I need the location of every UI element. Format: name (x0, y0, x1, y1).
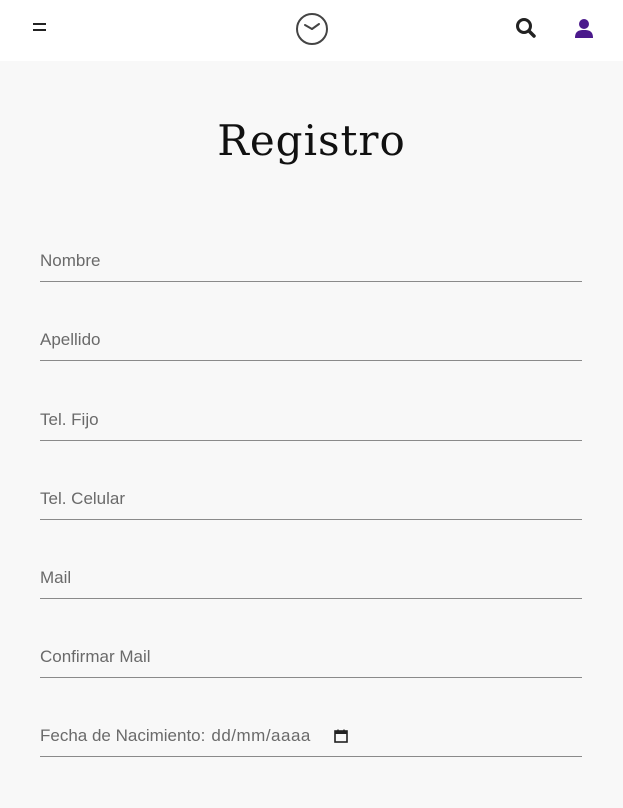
tel-celular-field-container (40, 478, 582, 520)
tel-fijo-input[interactable] (40, 399, 582, 440)
nombre-input[interactable] (40, 240, 582, 281)
apellido-field-container (40, 319, 582, 361)
confirmar-mail-input[interactable] (40, 636, 582, 677)
password-input[interactable] (40, 794, 582, 808)
confirmar-mail-field-container (40, 636, 582, 678)
user-icon[interactable] (571, 15, 597, 41)
birthdate-label: Fecha de Nacimiento: (40, 725, 206, 745)
password-field-container (40, 794, 582, 808)
nombre-field-container (40, 240, 582, 282)
mail-input[interactable] (40, 557, 582, 598)
page-title: Registro (217, 116, 406, 165)
hamburger-menu-icon[interactable] (26, 14, 52, 40)
clock-logo-icon[interactable] (294, 11, 330, 47)
tel-celular-input[interactable] (40, 478, 582, 519)
mail-field-container (40, 557, 582, 599)
top-bar (0, 0, 623, 61)
birthdate-input[interactable]: dd/mm/aaaa (211, 726, 311, 746)
search-icon[interactable] (513, 15, 539, 41)
apellido-input[interactable] (40, 319, 582, 360)
tel-fijo-field-container (40, 399, 582, 441)
birthdate-field[interactable]: Fecha de Nacimiento: dd/mm/aaaa (40, 715, 582, 757)
calendar-icon[interactable] (333, 728, 349, 744)
